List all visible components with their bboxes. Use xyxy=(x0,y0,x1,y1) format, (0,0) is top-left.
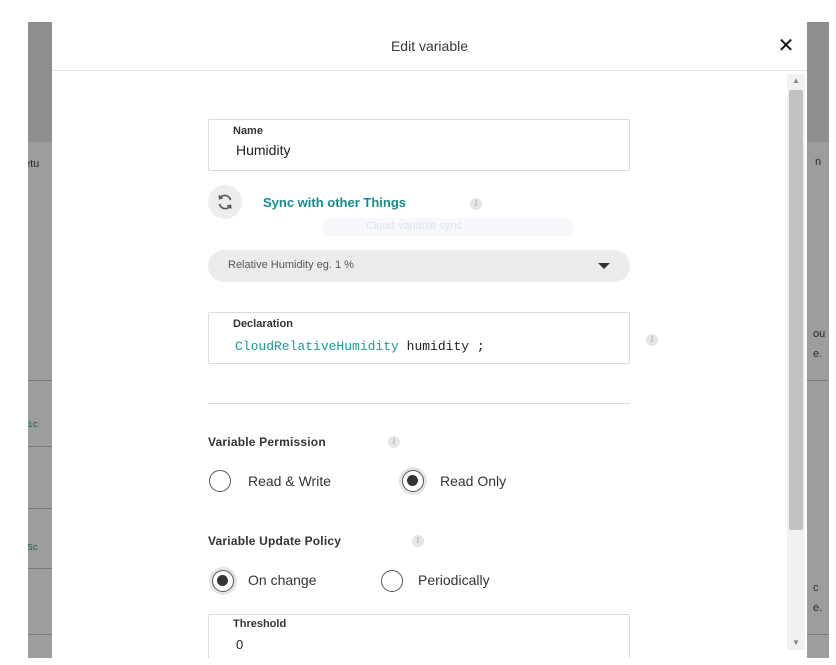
chevron-down-icon xyxy=(598,263,610,269)
dialog-title: Edit variable xyxy=(390,38,469,54)
info-icon[interactable]: i xyxy=(646,334,658,346)
name-field-label: Name xyxy=(233,125,263,137)
background-text-fragment: e. xyxy=(813,348,823,360)
threshold-label: Threshold xyxy=(233,618,287,630)
radio-on-change-label[interactable]: On change xyxy=(248,572,317,588)
sync-icon xyxy=(218,194,232,210)
radio-read-write[interactable] xyxy=(209,470,231,492)
declaration-terminator: ; xyxy=(476,339,485,354)
background-text-fragment: e. xyxy=(813,602,823,614)
background-app-right: n ou e. c e. xyxy=(807,22,829,658)
sync-button[interactable] xyxy=(208,185,242,219)
background-app-left: etu mic eSc xyxy=(28,22,52,658)
ghost-tooltip: Cloud variable sync xyxy=(322,218,574,236)
section-divider xyxy=(208,403,630,404)
variable-update-policy-title: Variable Update Policy xyxy=(208,534,342,548)
info-icon[interactable]: i xyxy=(470,198,482,210)
edit-variable-dialog: Edit variable ✕ Name Humidity Sync with … xyxy=(52,22,807,658)
background-text-fragment: eSc xyxy=(28,543,39,553)
scrollbar-thumb[interactable] xyxy=(789,90,803,530)
background-divider xyxy=(807,380,829,381)
background-text-fragment: c xyxy=(813,582,819,594)
background-divider xyxy=(28,634,52,635)
scroll-up-arrow-icon[interactable]: ▲ xyxy=(787,74,805,88)
declaration-label: Declaration xyxy=(233,318,293,330)
background-divider xyxy=(28,446,52,447)
close-icon[interactable]: ✕ xyxy=(774,34,798,58)
background-text-fragment: ou xyxy=(813,328,826,340)
background-divider xyxy=(28,508,52,509)
name-field[interactable]: Name Humidity xyxy=(208,119,630,171)
background-divider xyxy=(28,380,52,381)
radio-periodically-label[interactable]: Periodically xyxy=(418,572,490,588)
declaration-code: CloudRelativeHumidity humidity ; xyxy=(235,339,485,354)
radio-read-write-label[interactable]: Read & Write xyxy=(248,473,331,489)
variable-type-select[interactable]: Relative Humidity eg. 1 % xyxy=(208,250,630,282)
threshold-value: 0 xyxy=(236,637,244,652)
declaration-field: Declaration CloudRelativeHumidity humidi… xyxy=(208,312,630,364)
dialog-header: Edit variable ✕ xyxy=(52,22,807,71)
radio-read-only-label[interactable]: Read Only xyxy=(440,473,506,489)
background-header-band xyxy=(28,22,52,142)
background-text-fragment: mic xyxy=(28,420,39,430)
radio-on-change[interactable] xyxy=(212,570,234,592)
scroll-down-arrow-icon[interactable]: ▼ xyxy=(787,636,805,650)
name-field-value: Humidity xyxy=(236,142,291,158)
background-header-band xyxy=(807,22,829,142)
background-text-fragment: n xyxy=(815,156,822,168)
dialog-scrollbar[interactable]: ▲ ▼ xyxy=(787,74,805,650)
info-icon[interactable]: i xyxy=(388,436,400,448)
radio-periodically[interactable] xyxy=(381,570,403,592)
sync-with-other-things-link[interactable]: Sync with other Things xyxy=(263,195,406,210)
declaration-type: CloudRelativeHumidity xyxy=(235,339,399,354)
ghost-tooltip-text: Cloud variable sync xyxy=(366,220,462,232)
declaration-variable-name: humidity xyxy=(406,339,470,354)
variable-type-selected: Relative Humidity eg. 1 % xyxy=(228,259,354,271)
info-icon[interactable]: i xyxy=(412,535,424,547)
radio-read-only[interactable] xyxy=(402,470,424,492)
background-divider xyxy=(28,568,52,569)
background-divider xyxy=(807,634,829,635)
threshold-field[interactable]: Threshold 0 xyxy=(208,614,630,658)
variable-permission-title: Variable Permission xyxy=(208,435,326,449)
background-text-fragment: etu xyxy=(28,158,40,170)
